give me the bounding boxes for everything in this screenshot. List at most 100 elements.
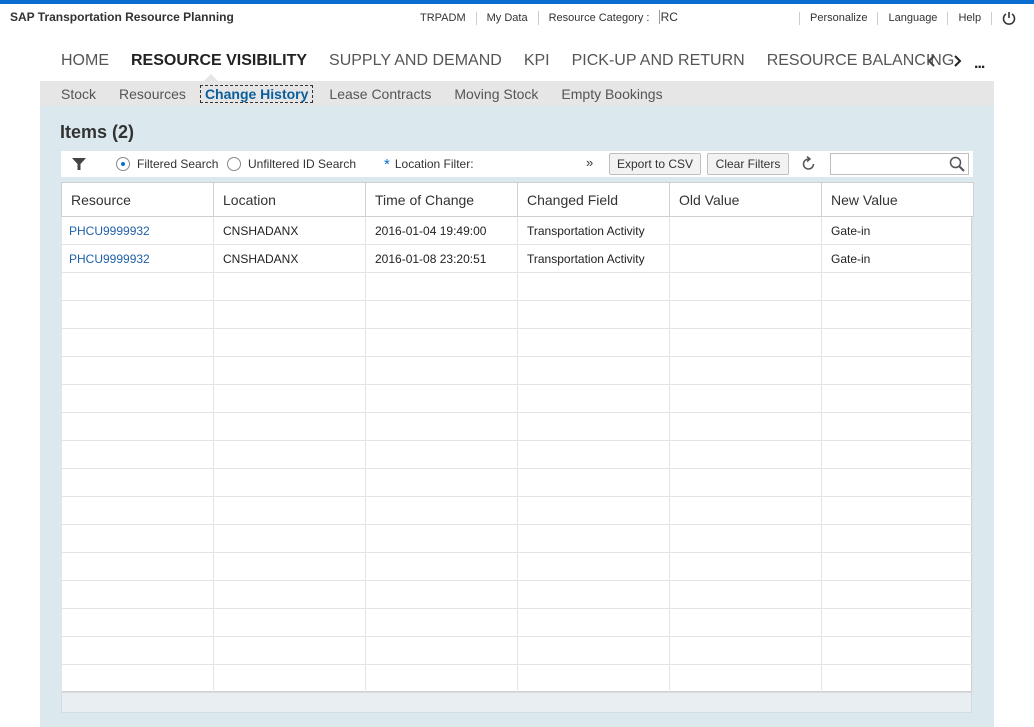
empty-cell	[669, 272, 822, 301]
empty-cell	[213, 272, 366, 301]
shell-divider	[991, 11, 993, 25]
new-value-cell: Gate-in	[821, 244, 974, 273]
empty-cell	[821, 412, 974, 441]
empty-cell	[365, 608, 518, 637]
empty-cell	[365, 524, 518, 553]
active-nav-indicator	[204, 74, 218, 81]
resource-category[interactable]: Resource Category : RC	[537, 10, 688, 25]
empty-cell	[61, 328, 214, 357]
subnav-moving-stock[interactable]: Moving Stock	[454, 86, 538, 102]
empty-cell	[821, 300, 974, 329]
subnav-resources[interactable]: Resources	[119, 86, 186, 102]
location-filter-label: Location Filter:	[394, 157, 474, 171]
resource-category-value: RC	[658, 10, 678, 24]
chevron-left-icon[interactable]	[927, 54, 937, 68]
empty-cell	[365, 580, 518, 609]
help-link[interactable]: Help	[947, 11, 991, 25]
unfiltered-search-radio[interactable]: Unfiltered ID Search	[227, 151, 356, 177]
column-header-changed-field[interactable]: Changed Field	[517, 182, 670, 217]
empty-cell	[213, 524, 366, 553]
empty-table-row	[61, 300, 974, 329]
empty-cell	[213, 468, 366, 497]
changed-field-cell: Transportation Activity	[517, 216, 670, 245]
empty-cell	[365, 272, 518, 301]
time-of-change-cell: 2016-01-08 23:20:51	[365, 244, 518, 273]
table-row[interactable]: PHCU9999932 CNSHADANX 2016-01-04 19:49:0…	[61, 216, 974, 245]
column-header-resource[interactable]: Resource	[61, 182, 214, 217]
nav-kpi[interactable]: KPI	[524, 52, 550, 70]
empty-cell	[517, 552, 670, 581]
empty-cell	[365, 412, 518, 441]
user-menu[interactable]: TRPADM	[410, 12, 476, 25]
empty-cell	[669, 608, 822, 637]
search-icon[interactable]	[949, 156, 965, 172]
empty-cell	[669, 636, 822, 665]
changed-field-cell: Transportation Activity	[517, 244, 670, 273]
chevron-right-icon[interactable]	[952, 54, 962, 68]
empty-table-row	[61, 524, 974, 553]
empty-cell	[365, 384, 518, 413]
subnav-lease-contracts[interactable]: Lease Contracts	[329, 86, 431, 102]
empty-cell	[517, 356, 670, 385]
empty-cell	[61, 468, 214, 497]
column-header-time-of-change[interactable]: Time of Change	[365, 182, 518, 217]
required-asterisk: *	[384, 155, 390, 173]
empty-cell	[669, 384, 822, 413]
subnav-change-history[interactable]: Change History	[199, 84, 314, 103]
clear-filters-button[interactable]: Clear Filters	[707, 153, 789, 175]
column-header-old-value[interactable]: Old Value	[669, 182, 822, 217]
resource-link[interactable]: PHCU9999932	[61, 244, 214, 273]
empty-cell	[517, 440, 670, 469]
empty-table-row	[61, 412, 974, 441]
empty-cell	[669, 328, 822, 357]
empty-cell	[213, 300, 366, 329]
empty-cell	[365, 496, 518, 525]
table-header-row: Resource Location Time of Change Changed…	[61, 182, 974, 217]
column-header-new-value[interactable]: New Value	[821, 182, 974, 217]
empty-cell	[213, 580, 366, 609]
empty-cell	[365, 300, 518, 329]
empty-cell	[669, 664, 822, 693]
subnav-empty-bookings[interactable]: Empty Bookings	[561, 86, 662, 102]
expand-filters-icon[interactable]: »	[586, 149, 593, 175]
filtered-search-radio[interactable]: Filtered Search	[116, 151, 218, 177]
radio-unselected-icon	[227, 157, 241, 171]
personalize-link[interactable]: Personalize	[799, 11, 877, 25]
subnav-stock[interactable]: Stock	[61, 86, 96, 102]
sub-nav: Stock Resources Change History Lease Con…	[40, 81, 994, 106]
resource-link[interactable]: PHCU9999932	[61, 216, 214, 245]
empty-cell	[669, 356, 822, 385]
empty-cell	[61, 300, 214, 329]
empty-table-row	[61, 468, 974, 497]
search-field[interactable]	[830, 153, 969, 175]
export-csv-button[interactable]: Export to CSV	[609, 153, 701, 175]
location-cell: CNSHADANX	[213, 244, 366, 273]
empty-cell	[821, 440, 974, 469]
empty-cell	[213, 440, 366, 469]
empty-cell	[61, 552, 214, 581]
power-icon[interactable]	[1001, 10, 1017, 26]
filter-icon[interactable]	[71, 157, 87, 171]
empty-cell	[669, 300, 822, 329]
empty-cell	[669, 412, 822, 441]
my-data-link[interactable]: My Data	[475, 11, 538, 25]
empty-cell	[365, 664, 518, 693]
search-input[interactable]	[831, 154, 949, 172]
empty-cell	[821, 608, 974, 637]
change-history-table: Resource Location Time of Change Changed…	[61, 182, 974, 693]
nav-supply-and-demand[interactable]: SUPPLY AND DEMAND	[329, 52, 502, 70]
language-link[interactable]: Language	[877, 11, 947, 25]
location-filter[interactable]: * Location Filter:	[384, 151, 474, 177]
refresh-icon[interactable]	[801, 156, 817, 172]
empty-cell	[61, 608, 214, 637]
empty-cell	[213, 636, 366, 665]
app-title: SAP Transportation Resource Planning	[10, 10, 234, 24]
empty-cell	[517, 636, 670, 665]
table-row[interactable]: PHCU9999932 CNSHADANX 2016-01-08 23:20:5…	[61, 244, 974, 273]
column-header-location[interactable]: Location	[213, 182, 366, 217]
empty-cell	[61, 272, 214, 301]
nav-home[interactable]: HOME	[61, 52, 109, 70]
nav-pick-up-and-return[interactable]: PICK-UP AND RETURN	[572, 52, 745, 70]
more-icon[interactable]: ...	[974, 55, 985, 73]
nav-resource-visibility[interactable]: RESOURCE VISIBILITY	[131, 52, 307, 70]
